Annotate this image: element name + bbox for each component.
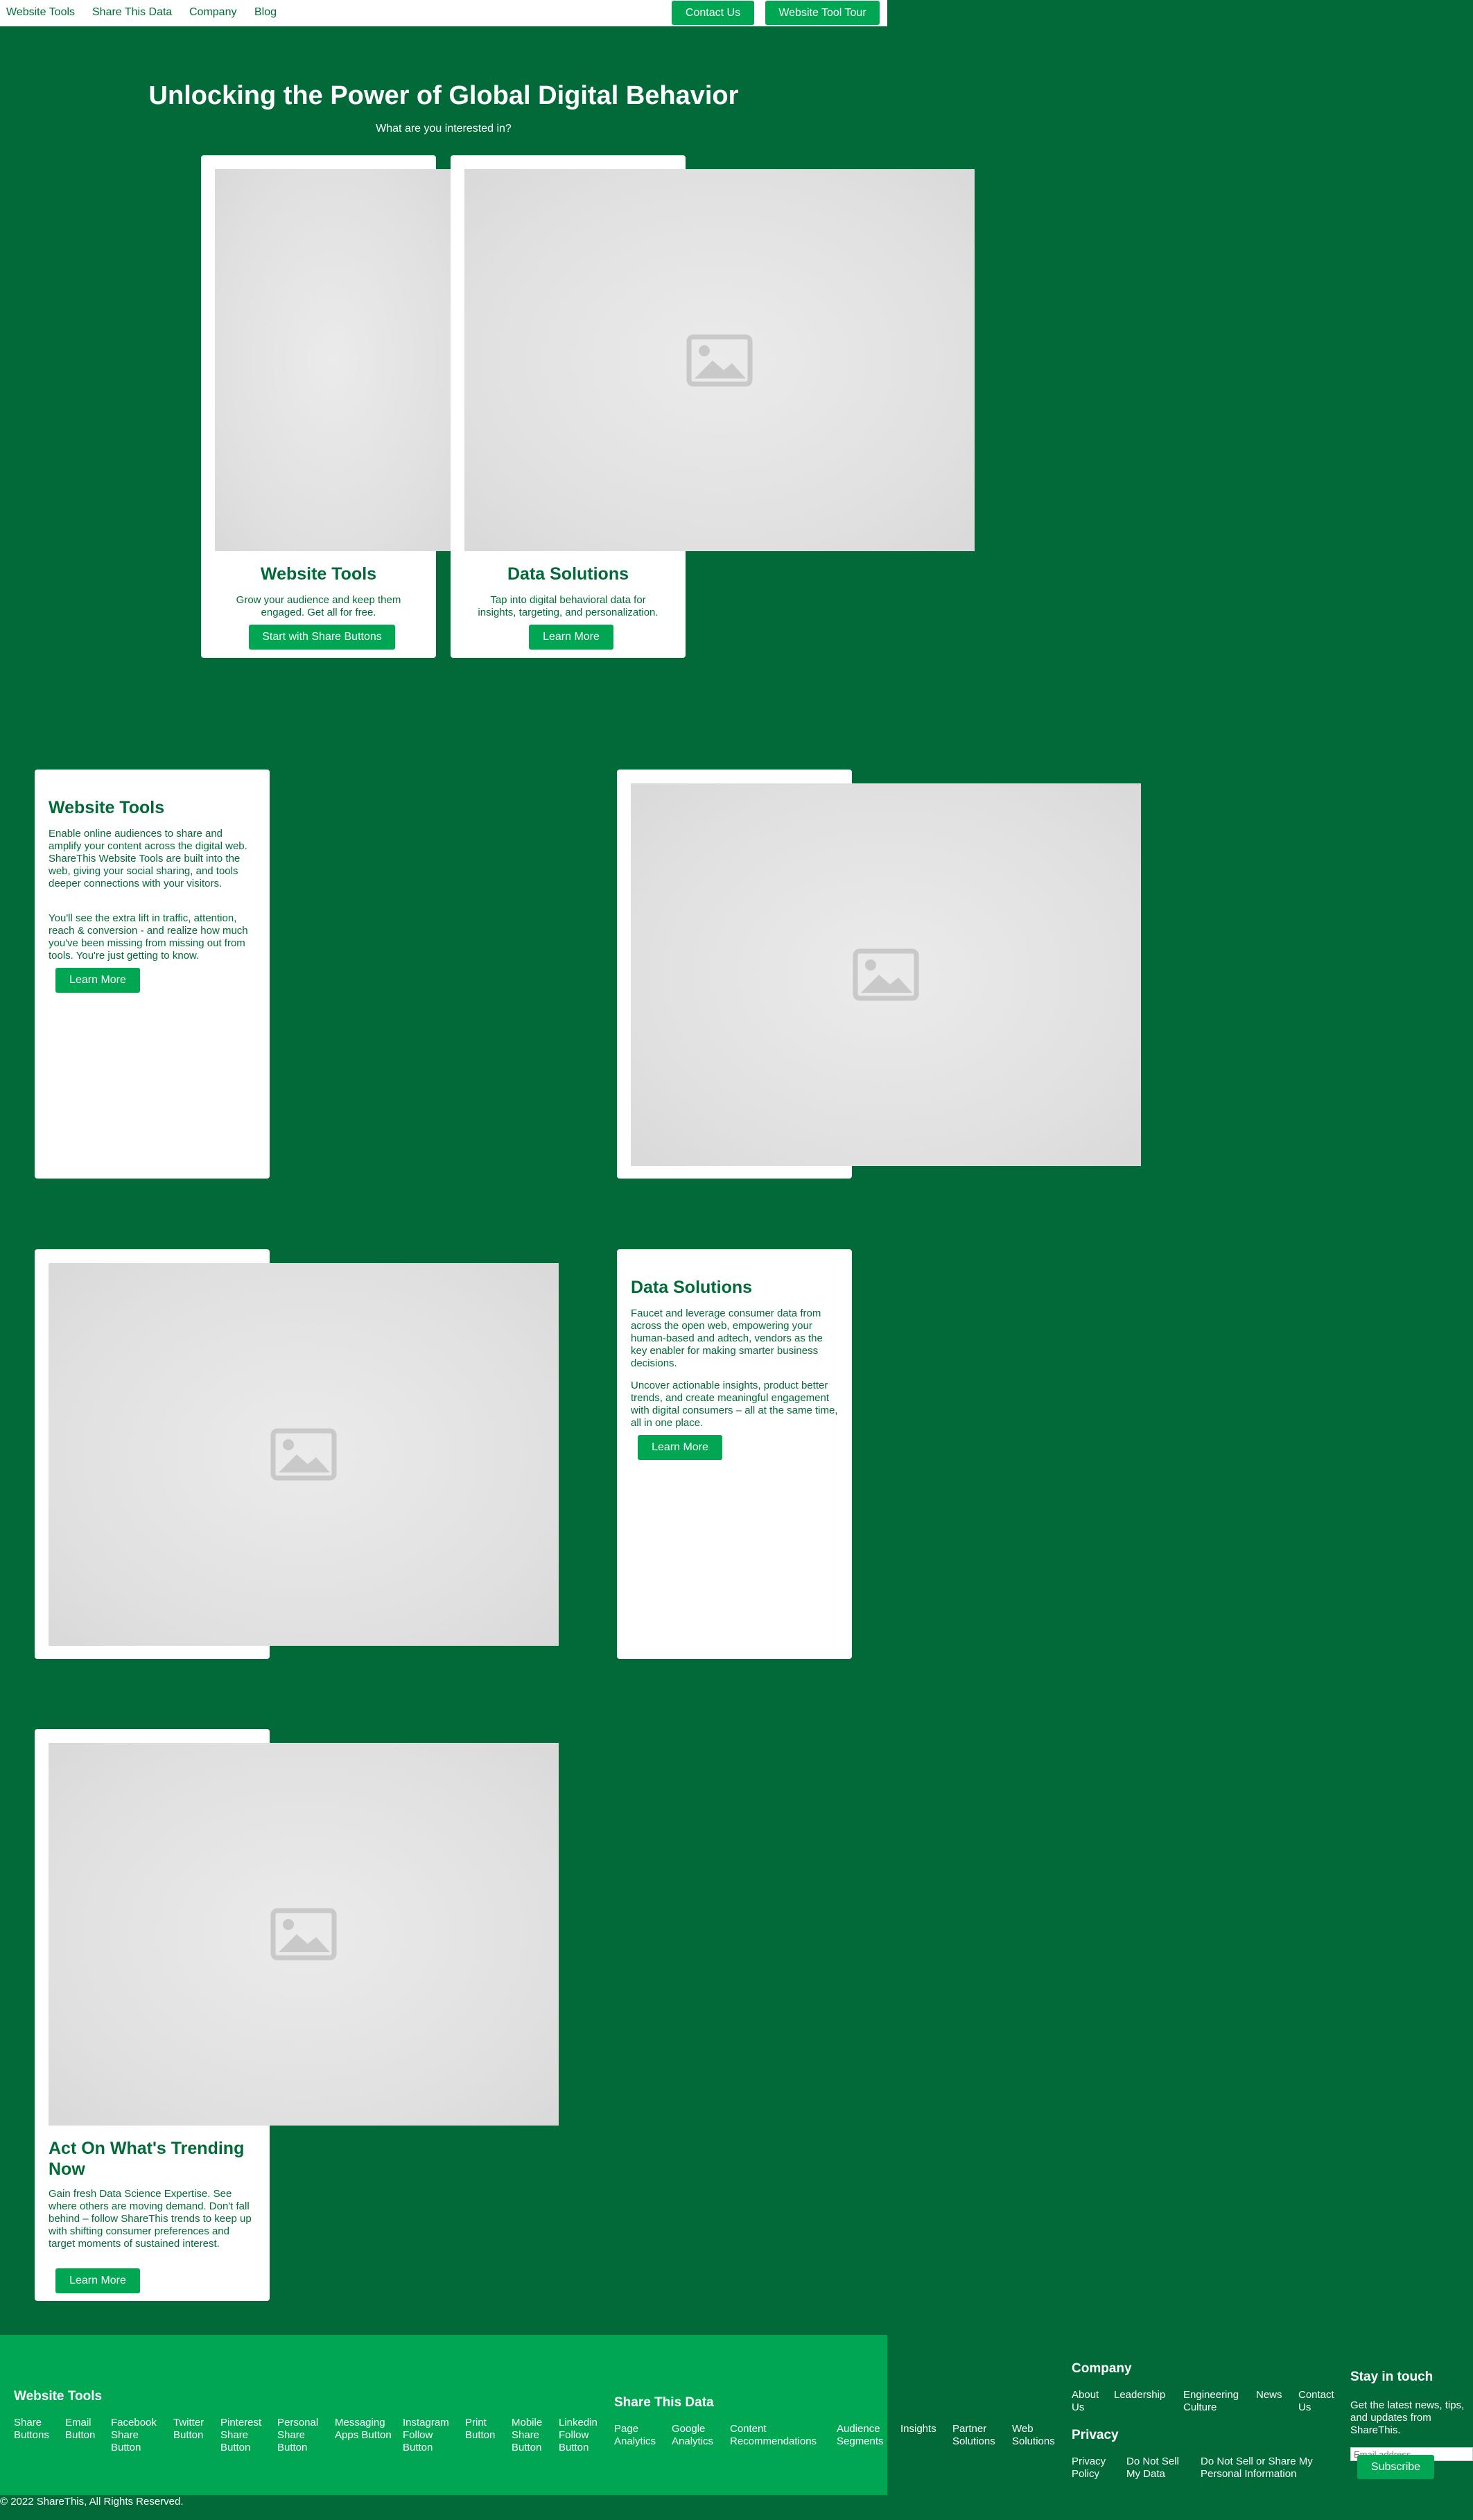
footer-link[interactable]: Instagram Follow Button	[403, 2417, 458, 2454]
footer-heading-privacy: Privacy	[1072, 2428, 1119, 2442]
footer-link[interactable]: Content Recommendations	[730, 2423, 830, 2448]
footer-link[interactable]: Web Solutions	[1012, 2423, 1061, 2448]
hero-card-description: Grow your audience and keep them engaged…	[236, 594, 401, 618]
footer-link[interactable]: Do Not Sell or Share My Personal Informa…	[1201, 2456, 1332, 2480]
footer-link[interactable]: Share Buttons	[14, 2417, 57, 2442]
footer-link[interactable]: Personal Share Button	[277, 2417, 327, 2454]
website-tool-tour-button[interactable]: Website Tool Tour	[765, 1, 880, 25]
hero-learn-more-button[interactable]: Learn More	[529, 625, 613, 650]
image-placeholder-icon	[270, 1908, 337, 1961]
hero-card-description: Tap into digital behavioral data for ins…	[478, 594, 659, 618]
nav-link-share-this-data[interactable]: Share This Data	[92, 6, 172, 19]
footer-link[interactable]: Print Button	[465, 2417, 500, 2442]
footer-link[interactable]: Privacy Policy	[1072, 2456, 1115, 2480]
footer-link[interactable]: Mobile Share Button	[512, 2417, 553, 2454]
footer-link[interactable]: Messaging Apps Button	[335, 2417, 396, 2442]
hero-card-image	[464, 169, 975, 551]
footer-link[interactable]: News	[1256, 2389, 1291, 2401]
footer-link[interactable]: Insights	[900, 2423, 942, 2435]
image-placeholder-icon	[686, 334, 753, 386]
nav-link-blog[interactable]: Blog	[254, 6, 277, 19]
footer	[0, 2335, 887, 2495]
section-title: Data Solutions	[631, 1278, 753, 1297]
trending-learn-more-button[interactable]: Learn More	[55, 2268, 140, 2293]
footer-link[interactable]: Twitter Button	[173, 2417, 215, 2442]
footer-heading-stay-in-touch: Stay in touch	[1350, 2370, 1433, 2384]
data-solutions-text-card: Data Solutions Faucet and leverage consu…	[617, 1249, 852, 1659]
footer-link[interactable]: Leadership	[1114, 2389, 1176, 2401]
footer-heading-share-this-data: Share This Data	[614, 2395, 714, 2410]
footer-link[interactable]: Facebook Share Button	[111, 2417, 162, 2454]
hero-card-title: Data Solutions	[507, 564, 629, 584]
subscribe-button[interactable]: Subscribe	[1357, 2455, 1434, 2479]
footer-link[interactable]: Pinterest Share Button	[220, 2417, 270, 2454]
data-solutions-image	[49, 1263, 559, 1646]
nav-link-company[interactable]: Company	[189, 6, 236, 19]
footer-link[interactable]: Engineering Culture	[1183, 2389, 1249, 2414]
website-tools-text-card: Website Tools Enable online audiences to…	[35, 770, 270, 1179]
hero-card-image	[215, 169, 451, 551]
section-paragraph: Gain fresh Data Science Expertise. See w…	[49, 2188, 252, 2250]
section-paragraph: Uncover actionable insights, product bet…	[631, 1380, 838, 1429]
footer-link[interactable]: Partner Solutions	[952, 2423, 1004, 2448]
hero-subtitle: What are you interested in?	[376, 123, 512, 134]
contact-us-button[interactable]: Contact Us	[672, 1, 754, 25]
nav-link-website-tools[interactable]: Website Tools	[6, 6, 75, 19]
image-placeholder-icon	[270, 1428, 337, 1481]
footer-link[interactable]: Email Button	[65, 2417, 108, 2442]
section-paragraph: Faucet and leverage consumer data from a…	[631, 1307, 823, 1369]
footer-link[interactable]: Do Not Sell My Data	[1126, 2456, 1189, 2480]
trending-image	[49, 1743, 559, 2126]
section-paragraph: Enable online audiences to share and amp…	[49, 828, 247, 889]
footer-link[interactable]: About Us	[1072, 2389, 1108, 2414]
hero-card-title: Website Tools	[260, 564, 377, 584]
hero-title: Unlocking the Power of Global Digital Be…	[148, 81, 739, 110]
footer-heading-website-tools: Website Tools	[14, 2389, 103, 2404]
section-title: Website Tools	[49, 798, 165, 817]
copyright: © 2022 ShareThis, All Rights Reserved.	[0, 2496, 184, 2508]
newsletter-text: Get the latest news, tips, and updates f…	[1350, 2399, 1465, 2436]
section-title: Act On What's Trending Now	[49, 2139, 245, 2179]
footer-link[interactable]: Contact Us	[1298, 2389, 1340, 2414]
section-paragraph: You'll see the extra lift in traffic, at…	[49, 912, 248, 962]
data-solutions-learn-more-button[interactable]: Learn More	[638, 1435, 722, 1460]
footer-link[interactable]: Google Analytics	[672, 2423, 727, 2448]
start-with-share-buttons-button[interactable]: Start with Share Buttons	[249, 625, 395, 650]
footer-link[interactable]: Linkedin Follow Button	[559, 2417, 609, 2454]
image-placeholder-icon	[853, 948, 919, 1001]
website-tools-image	[631, 783, 1141, 1166]
footer-heading-company: Company	[1072, 2361, 1132, 2376]
footer-link[interactable]: Audience Segments	[837, 2423, 885, 2448]
website-tools-learn-more-button[interactable]: Learn More	[55, 968, 140, 993]
top-nav: Website Tools Share This Data Company Bl…	[0, 0, 887, 26]
footer-link[interactable]: Page Analytics	[614, 2423, 667, 2448]
